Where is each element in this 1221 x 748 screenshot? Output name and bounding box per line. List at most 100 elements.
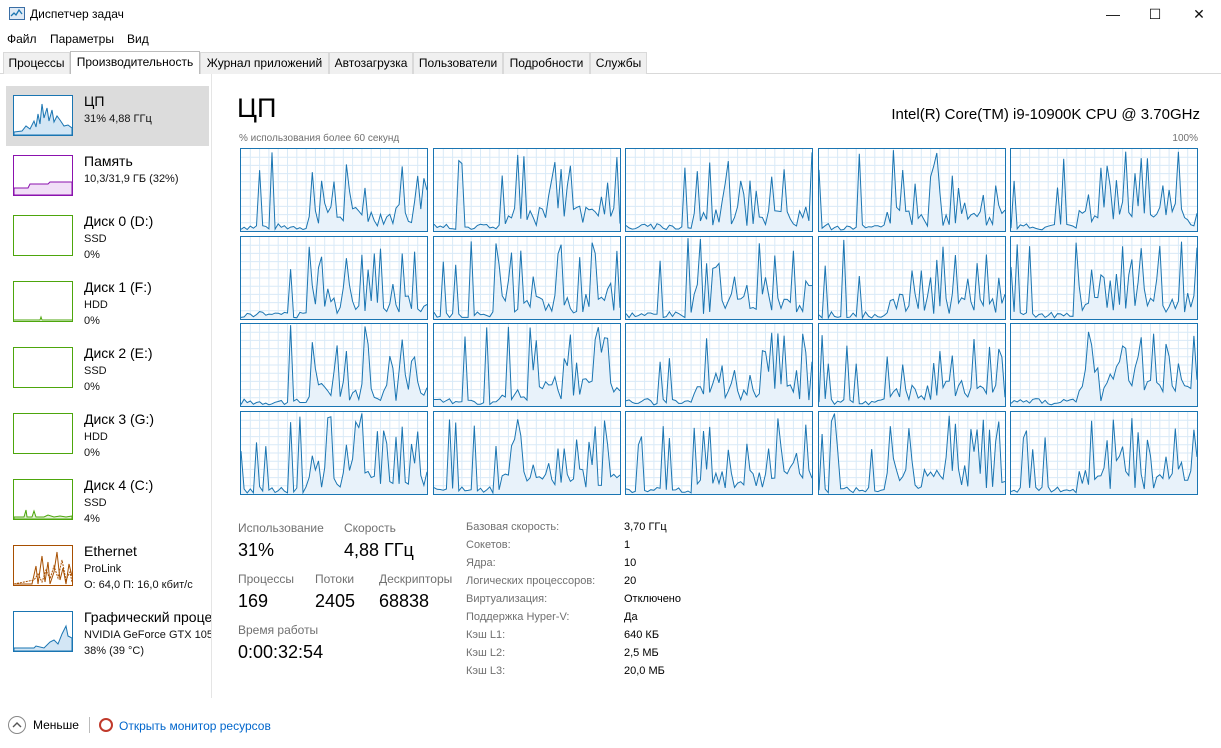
gpu-thumbnail-graph bbox=[13, 611, 73, 652]
sidebar-item-disk-0[interactable]: Диск 0 (D:) SSD 0% bbox=[6, 206, 209, 266]
logical-processor-graph bbox=[1010, 235, 1198, 320]
graph-axis-label: % использования более 60 секунд bbox=[239, 133, 400, 144]
speed-label: Скорость bbox=[344, 521, 396, 535]
menu-file[interactable]: Файл bbox=[7, 32, 37, 46]
cpu-details-panel: ЦП Intel(R) Core(TM) i9-10900K CPU @ 3.7… bbox=[212, 74, 1221, 698]
divider bbox=[89, 717, 90, 733]
ethernet-thumbnail-graph bbox=[13, 545, 73, 586]
tab-services[interactable]: Службы bbox=[590, 52, 647, 74]
sidebar-item-disk-1[interactable]: Диск 1 (F:) HDD 0% bbox=[6, 272, 209, 332]
title-bar: Диспетчер задач — ☐ ✕ bbox=[0, 0, 1221, 29]
sidebar-ethernet-adapter: ProLink bbox=[84, 563, 122, 575]
sidebar-gpu-usage: 38% (39 °C) bbox=[84, 645, 145, 657]
graph-max-label: 100% bbox=[1172, 133, 1198, 144]
info-label: Кэш L1: bbox=[466, 629, 506, 641]
sidebar-ethernet-throughput: О: 64,0 П: 16,0 кбит/с bbox=[84, 579, 193, 591]
sidebar-item-memory[interactable]: Память 10,3/31,9 ГБ (32%) bbox=[6, 146, 209, 206]
logical-processor-graph bbox=[625, 235, 813, 320]
sidebar-ethernet-title: Ethernet bbox=[84, 543, 137, 559]
tab-users[interactable]: Пользователи bbox=[413, 52, 503, 74]
minimize-button[interactable]: — bbox=[1090, 0, 1136, 29]
info-label: Поддержка Hyper-V: bbox=[466, 611, 570, 623]
sidebar-disk-0-usage: 0% bbox=[84, 249, 100, 261]
sidebar-disk-1-title: Диск 1 (F:) bbox=[84, 279, 152, 295]
usage-value: 31% bbox=[238, 540, 275, 560]
window-title: Диспетчер задач bbox=[30, 7, 124, 21]
sidebar-item-gpu[interactable]: Графический процессор 0 NVIDIA GeForce G… bbox=[6, 602, 212, 662]
info-value: 640 КБ bbox=[624, 629, 660, 641]
task-manager-icon bbox=[9, 7, 25, 20]
sidebar-memory-title: Память bbox=[84, 153, 133, 169]
disk-1-thumbnail-graph bbox=[13, 281, 73, 322]
info-label: Виртуализация: bbox=[466, 593, 548, 605]
sidebar-item-disk-2[interactable]: Диск 2 (E:) SSD 0% bbox=[6, 338, 209, 398]
sidebar-disk-1-usage: 0% bbox=[84, 315, 100, 327]
sidebar-disk-1-type: HDD bbox=[84, 299, 108, 311]
sidebar-item-disk-3[interactable]: Диск 3 (G:) HDD 0% bbox=[6, 404, 209, 464]
info-value: Да bbox=[624, 611, 638, 623]
logical-processor-graph bbox=[240, 410, 428, 495]
logical-processor-graph bbox=[432, 235, 621, 320]
maximize-button[interactable]: ☐ bbox=[1132, 0, 1178, 29]
tab-performance[interactable]: Производительность bbox=[70, 51, 200, 74]
logical-processor-graph bbox=[817, 148, 1006, 232]
menu-options[interactable]: Параметры bbox=[50, 32, 114, 46]
info-value: 1 bbox=[624, 539, 631, 551]
processes-value: 169 bbox=[238, 591, 269, 611]
sidebar-disk-4-title: Диск 4 (C:) bbox=[84, 477, 154, 493]
sidebar-item-cpu[interactable]: ЦП 31% 4,88 ГГц bbox=[6, 86, 209, 146]
tab-app-history[interactable]: Журнал приложений bbox=[200, 52, 329, 74]
logical-processor-graph bbox=[1010, 323, 1198, 407]
resource-monitor-icon bbox=[99, 718, 113, 732]
disk-4-thumbnail-graph bbox=[13, 479, 73, 520]
sidebar-disk-3-title: Диск 3 (G:) bbox=[84, 411, 155, 427]
handles-value: 68838 bbox=[379, 591, 430, 611]
logical-processor-graphs bbox=[240, 148, 1200, 496]
open-resource-monitor-link[interactable]: Открыть монитор ресурсов bbox=[119, 719, 271, 733]
sidebar-disk-2-usage: 0% bbox=[84, 381, 100, 393]
info-label: Кэш L3: bbox=[466, 665, 506, 677]
disk-0-thumbnail-graph bbox=[13, 215, 73, 256]
logical-processor-graph bbox=[1010, 148, 1198, 232]
logical-processor-graph bbox=[817, 235, 1006, 320]
info-value: Отключено bbox=[624, 593, 681, 605]
logical-processor-graph bbox=[432, 410, 621, 495]
sidebar-disk-0-title: Диск 0 (D:) bbox=[84, 213, 154, 229]
handles-label: Дескрипторы bbox=[379, 572, 453, 586]
logical-processor-graph bbox=[240, 235, 428, 320]
sidebar-item-disk-4[interactable]: Диск 4 (C:) SSD 4% bbox=[6, 470, 209, 530]
logical-processor-graph bbox=[240, 148, 428, 232]
page-title: ЦП bbox=[237, 93, 277, 123]
sidebar-item-ethernet[interactable]: Ethernet ProLink О: 64,0 П: 16,0 кбит/с bbox=[6, 536, 209, 596]
sidebar-disk-0-type: SSD bbox=[84, 233, 107, 245]
menu-view[interactable]: Вид bbox=[127, 32, 149, 46]
tab-details[interactable]: Подробности bbox=[503, 52, 590, 74]
sidebar-cpu-usage: 31% 4,88 ГГц bbox=[84, 113, 152, 125]
sidebar-gpu-title: Графический процессор 0 bbox=[84, 609, 212, 625]
tab-processes[interactable]: Процессы bbox=[3, 52, 70, 74]
info-value: 20,0 МБ bbox=[624, 665, 665, 677]
logical-processor-graph bbox=[625, 148, 813, 232]
resource-sidebar: ЦП 31% 4,88 ГГц Память 10,3/31,9 ГБ (32%… bbox=[0, 74, 212, 698]
sidebar-memory-usage: 10,3/31,9 ГБ (32%) bbox=[84, 173, 179, 185]
info-value: 20 bbox=[624, 575, 637, 587]
sidebar-disk-3-usage: 0% bbox=[84, 447, 100, 459]
logical-processor-graph bbox=[1010, 410, 1198, 495]
disk-3-thumbnail-graph bbox=[13, 413, 73, 454]
menu-bar: Файл Параметры Вид bbox=[0, 29, 1221, 49]
logical-processor-graph bbox=[817, 410, 1006, 495]
logical-processor-graph bbox=[625, 323, 813, 407]
sidebar-cpu-title: ЦП bbox=[84, 93, 105, 109]
info-label: Кэш L2: bbox=[466, 647, 506, 659]
info-value: 3,70 ГГц bbox=[624, 521, 667, 533]
tab-startup[interactable]: Автозагрузка bbox=[329, 52, 413, 74]
sidebar-disk-3-type: HDD bbox=[84, 431, 108, 443]
uptime-label: Время работы bbox=[238, 623, 319, 637]
close-button[interactable]: ✕ bbox=[1176, 0, 1221, 29]
logical-processor-graph bbox=[240, 323, 428, 407]
logical-processor-graph bbox=[432, 323, 621, 407]
logical-processor-graph bbox=[432, 148, 621, 232]
info-label: Сокетов: bbox=[466, 539, 511, 551]
threads-value: 2405 bbox=[315, 591, 356, 611]
info-label: Ядра: bbox=[466, 557, 496, 569]
